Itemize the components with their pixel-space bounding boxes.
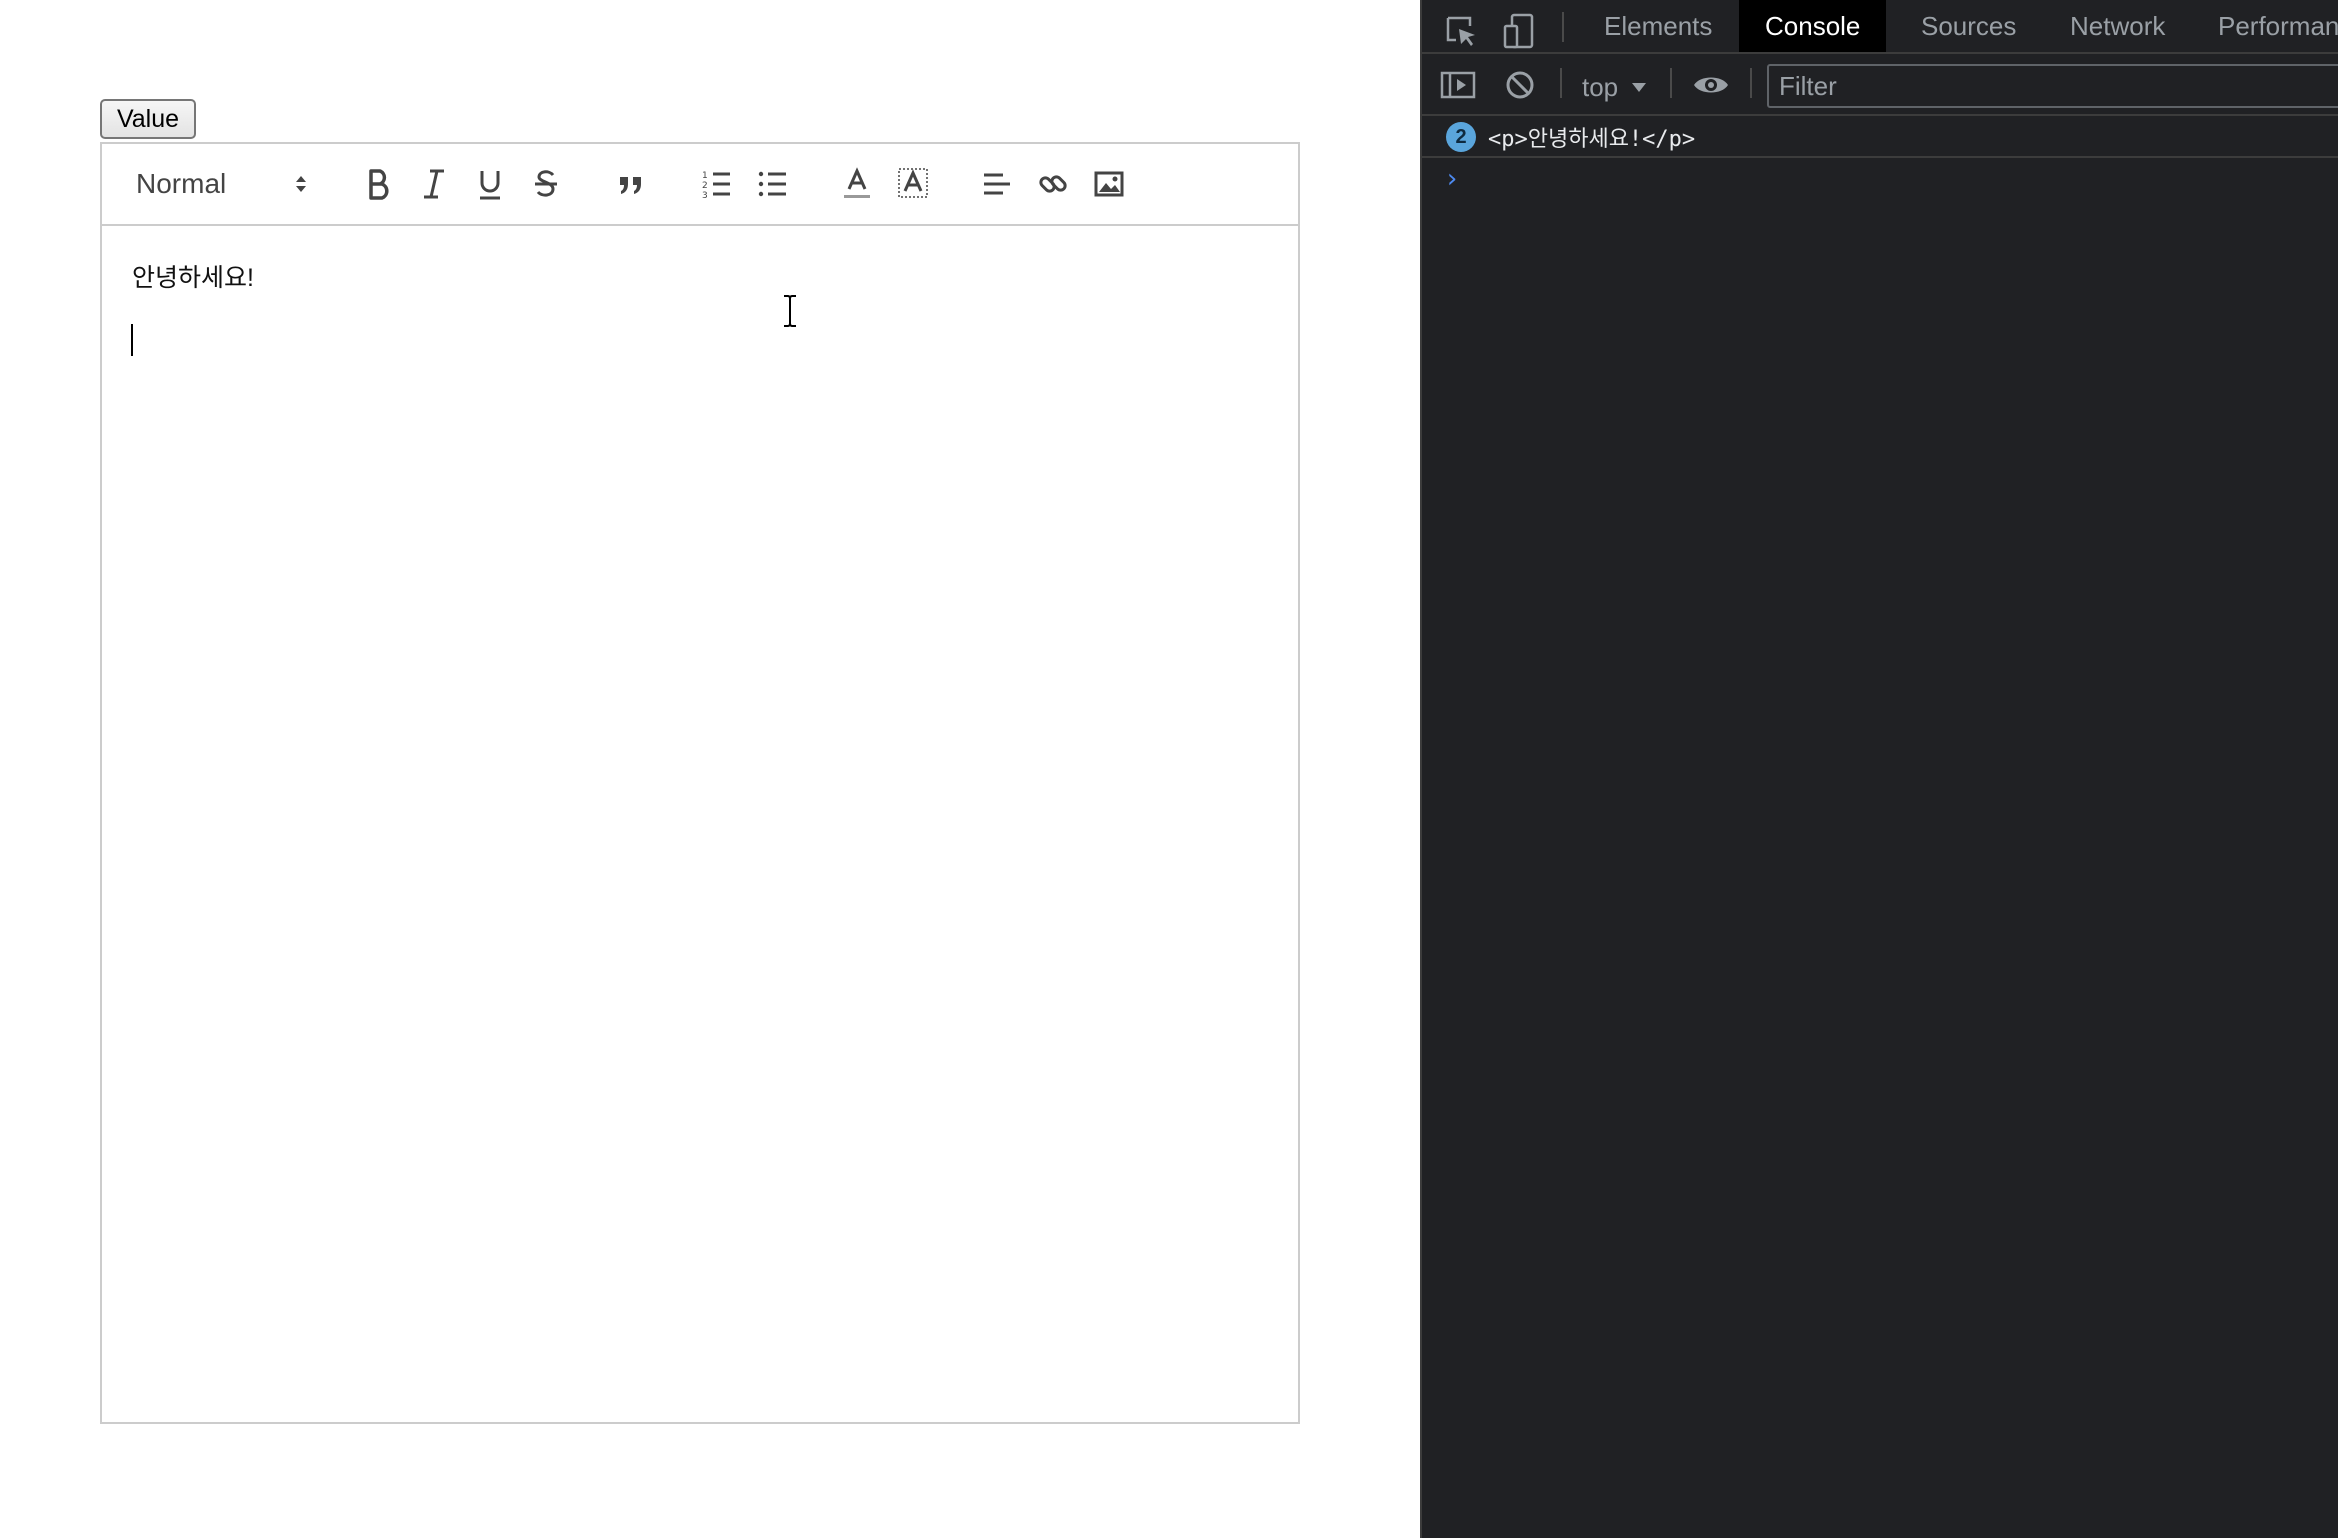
device-toolbar-button[interactable] bbox=[1502, 4, 1536, 58]
underline-icon bbox=[480, 171, 500, 200]
value-button[interactable]: Value bbox=[100, 99, 196, 139]
toolbar-separator bbox=[1670, 68, 1672, 98]
link-button[interactable] bbox=[1032, 161, 1074, 207]
text-color-picker[interactable] bbox=[836, 161, 878, 207]
device-mode-icon bbox=[1503, 13, 1534, 49]
context-label: top bbox=[1582, 71, 1619, 102]
inspect-cursor-icon bbox=[1446, 16, 1475, 46]
text-caret bbox=[131, 324, 133, 356]
inspect-element-button[interactable] bbox=[1444, 4, 1478, 58]
console-message: <p>안녕하세요!</p> bbox=[1488, 127, 1696, 152]
clear-console-icon bbox=[1506, 71, 1534, 99]
header-select-label: Normal bbox=[136, 168, 227, 199]
underline-button[interactable] bbox=[470, 161, 510, 207]
strike-button[interactable] bbox=[526, 161, 566, 207]
italic-icon bbox=[424, 169, 444, 199]
svg-text:3: 3 bbox=[702, 191, 708, 200]
clear-console-button[interactable] bbox=[1504, 58, 1536, 112]
console-filter-input[interactable] bbox=[1767, 64, 2338, 108]
ordered-list-button[interactable]: 123 bbox=[696, 161, 738, 207]
italic-button[interactable] bbox=[414, 161, 454, 207]
quote-icon bbox=[620, 177, 641, 194]
live-expression-button[interactable] bbox=[1692, 58, 1730, 112]
blockquote-button[interactable] bbox=[610, 161, 652, 207]
show-sidebar-button[interactable] bbox=[1440, 58, 1476, 112]
header-select[interactable]: Normal bbox=[136, 161, 308, 207]
svg-text:1: 1 bbox=[702, 171, 708, 181]
sidebar-toggle-icon bbox=[1440, 71, 1476, 99]
bullet-list-button[interactable] bbox=[752, 161, 794, 207]
editor-toolbar: Normal 123 bbox=[102, 144, 1298, 226]
console-prompt[interactable]: › bbox=[1444, 164, 1460, 194]
repeat-count-badge: 2 bbox=[1446, 122, 1476, 152]
link-icon bbox=[1039, 175, 1067, 193]
rich-text-editor: Normal 123 안녕하세요! bbox=[100, 142, 1300, 1424]
tab-elements[interactable]: Elements bbox=[1578, 0, 1738, 52]
ibeam-cursor-icon bbox=[784, 295, 796, 327]
editor-line: 안녕하세요! bbox=[132, 264, 254, 292]
devtools-panel: Elements Console Sources Network Perform… bbox=[1420, 0, 2338, 1538]
tab-network[interactable]: Network bbox=[2044, 0, 2191, 52]
console-log-entry: 2 <p>안녕하세요!</p> bbox=[1422, 118, 2338, 158]
align-left-icon bbox=[984, 173, 1010, 195]
bullet-list-icon bbox=[758, 171, 786, 197]
dropdown-arrow-icon bbox=[1632, 83, 1647, 92]
toolbar-separator bbox=[1560, 68, 1562, 98]
strikethrough-icon bbox=[535, 170, 557, 197]
eye-icon bbox=[1694, 77, 1728, 93]
context-selector[interactable]: top bbox=[1582, 60, 1648, 114]
tab-separator bbox=[1562, 12, 1564, 42]
devtools-tab-bar: Elements Console Sources Network Perform… bbox=[1422, 0, 2338, 54]
image-button[interactable] bbox=[1088, 161, 1130, 207]
svg-text:2: 2 bbox=[702, 181, 708, 191]
tab-performance[interactable]: Performanc bbox=[2192, 0, 2338, 52]
up-down-arrows-icon bbox=[294, 172, 308, 196]
text-color-icon bbox=[844, 167, 870, 198]
editor-content[interactable]: 안녕하세요! bbox=[102, 226, 1298, 378]
tab-sources[interactable]: Sources bbox=[1895, 0, 2042, 52]
bold-icon bbox=[369, 169, 389, 200]
toolbar-separator bbox=[1750, 68, 1752, 98]
align-button[interactable] bbox=[976, 161, 1018, 207]
background-color-picker[interactable] bbox=[892, 161, 934, 207]
ordered-list-icon: 123 bbox=[702, 171, 730, 200]
editor-line bbox=[132, 302, 1268, 350]
tab-console[interactable]: Console bbox=[1739, 0, 1887, 52]
image-icon bbox=[1094, 171, 1124, 197]
background-color-icon bbox=[898, 168, 928, 198]
bold-button[interactable] bbox=[358, 161, 398, 207]
